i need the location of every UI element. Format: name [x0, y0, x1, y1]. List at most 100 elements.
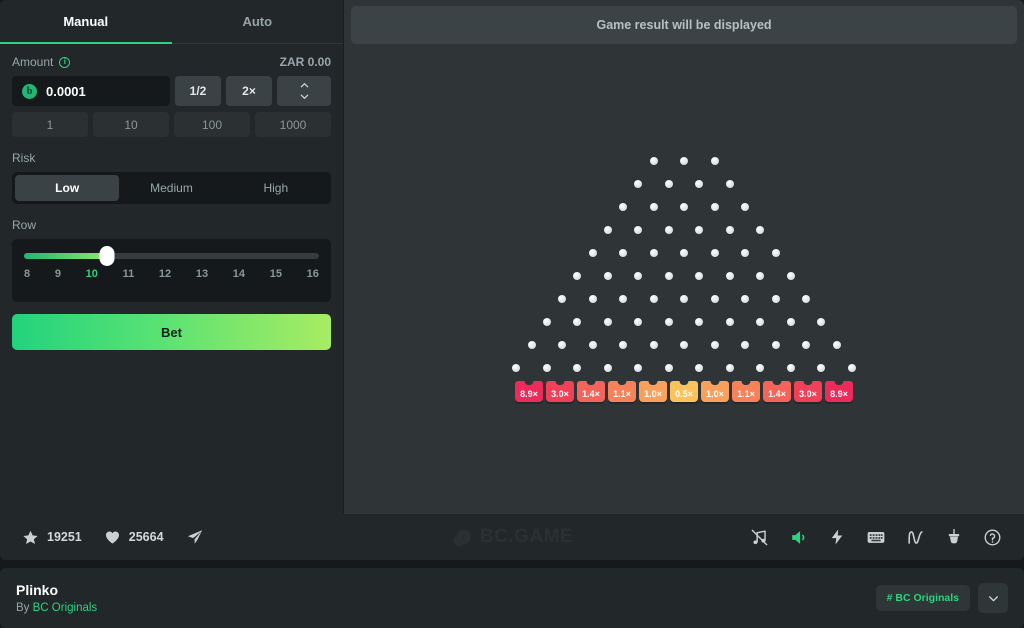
- multiplier-bucket-3[interactable]: 1.1×: [608, 380, 636, 402]
- peg: [680, 202, 688, 211]
- risk-option-low[interactable]: Low: [15, 175, 120, 201]
- peg: [558, 294, 566, 303]
- favorite-stat[interactable]: 19251: [22, 529, 82, 546]
- peg: [558, 340, 566, 349]
- half-amount-button[interactable]: 1/2: [175, 76, 221, 106]
- row-tick-16[interactable]: 16: [307, 268, 319, 280]
- tab-auto[interactable]: Auto: [172, 0, 344, 43]
- amount-input-wrap[interactable]: b 0.0001: [12, 76, 170, 106]
- peg: [695, 271, 704, 280]
- multiplier-bucket-5[interactable]: 0.5×: [670, 380, 698, 402]
- keyboard-icon[interactable]: [866, 527, 886, 547]
- amount-stepper[interactable]: [277, 76, 331, 106]
- like-stat[interactable]: 25664: [104, 529, 164, 546]
- row-slider-track[interactable]: [24, 246, 319, 266]
- peg: [756, 317, 765, 326]
- peg: [634, 317, 643, 326]
- expand-details-button[interactable]: [978, 583, 1008, 613]
- peg: [786, 363, 795, 372]
- peg: [710, 156, 719, 165]
- peg: [771, 294, 780, 303]
- peg: [756, 363, 765, 372]
- peg: [603, 363, 612, 372]
- peg-row-2: [634, 179, 734, 188]
- peg: [695, 363, 704, 372]
- share-send-icon[interactable]: [186, 528, 204, 546]
- quick-amount-1000[interactable]: 1000: [255, 112, 331, 137]
- bc-game-watermark: BC.GAME: [451, 526, 573, 548]
- help-icon[interactable]: [983, 528, 1002, 547]
- peg: [619, 340, 627, 349]
- multiplier-bucket-label: 1.4×: [582, 388, 600, 399]
- row-tick-11[interactable]: 11: [123, 268, 135, 280]
- footer-actions: # BC Originals: [875, 583, 1008, 613]
- multiplier-bucket-2[interactable]: 1.4×: [577, 380, 605, 402]
- row-label: Row: [12, 218, 37, 232]
- peg: [542, 317, 551, 326]
- music-off-icon[interactable]: [750, 528, 769, 547]
- trend-line-icon[interactable]: [906, 528, 925, 547]
- peg: [680, 248, 688, 257]
- quick-amount-10[interactable]: 10: [93, 112, 169, 137]
- peg: [786, 317, 795, 326]
- peg: [710, 202, 719, 211]
- bc-game-logo-icon: [453, 528, 472, 547]
- peg: [817, 317, 826, 326]
- row-slider-ticks: 8 9 10 11 12 13 14 15 16: [24, 268, 319, 280]
- multiplier-bucket-7[interactable]: 1.1×: [732, 380, 760, 402]
- peg: [512, 363, 521, 372]
- multiplier-bucket-6[interactable]: 1.0×: [701, 380, 729, 402]
- multiplier-bucket-9[interactable]: 3.0×: [794, 380, 822, 402]
- category-tag-bc-originals[interactable]: # BC Originals: [875, 585, 970, 611]
- peg-row-10: [512, 363, 856, 372]
- tab-auto-label: Auto: [242, 14, 273, 29]
- row-tick-10[interactable]: 10: [86, 268, 98, 280]
- row-tick-13[interactable]: 13: [196, 268, 208, 280]
- peg: [741, 294, 749, 303]
- lightning-icon[interactable]: [828, 528, 846, 546]
- tab-manual[interactable]: Manual: [0, 0, 172, 44]
- peg-row-8: [542, 317, 826, 326]
- row-tick-8[interactable]: 8: [24, 268, 30, 280]
- sound-on-icon[interactable]: [789, 528, 808, 547]
- peg: [634, 225, 643, 234]
- multiplier-bucket-8[interactable]: 1.4×: [763, 380, 791, 402]
- row-slider-knob[interactable]: [99, 246, 115, 266]
- game-toolbar: 19251 25664 BC.GAME: [0, 514, 1024, 560]
- peg: [573, 363, 582, 372]
- amount-input[interactable]: 0.0001: [46, 84, 86, 99]
- fairness-icon[interactable]: [945, 528, 963, 546]
- balance-value: ZAR 0.00: [279, 55, 331, 69]
- peg: [680, 156, 688, 165]
- info-circle-icon[interactable]: i: [59, 56, 71, 68]
- toolbar-left: 19251 25664: [22, 528, 204, 546]
- row-tick-15[interactable]: 15: [270, 268, 282, 280]
- risk-option-medium[interactable]: Medium: [119, 175, 223, 201]
- provider-link[interactable]: BC Originals: [33, 602, 98, 614]
- multiplier-bucket-4[interactable]: 1.0×: [639, 380, 667, 402]
- multiplier-bucket-0[interactable]: 8.9×: [515, 380, 543, 402]
- peg: [619, 248, 627, 257]
- quick-amount-1[interactable]: 1: [12, 112, 88, 137]
- peg-row-9: [527, 340, 841, 349]
- peg: [619, 294, 627, 303]
- multiplier-bucket-1[interactable]: 3.0×: [546, 380, 574, 402]
- row-slider-box: 8 9 10 11 12 13 14 15 16: [12, 239, 331, 302]
- double-amount-button[interactable]: 2×: [226, 76, 272, 106]
- bet-button[interactable]: Bet: [12, 314, 331, 350]
- multiplier-bucket-label: 1.1×: [613, 388, 631, 399]
- peg: [725, 179, 734, 188]
- game-result-text: Game result will be displayed: [596, 18, 772, 32]
- peg: [649, 248, 658, 257]
- multiplier-bucket-10[interactable]: 8.9×: [825, 380, 853, 402]
- risk-selector: Low Medium High: [12, 172, 331, 204]
- row-tick-12[interactable]: 12: [159, 268, 171, 280]
- risk-option-high[interactable]: High: [224, 175, 328, 201]
- row-tick-9[interactable]: 9: [55, 268, 61, 280]
- row-tick-14[interactable]: 14: [233, 268, 245, 280]
- quick-amount-100[interactable]: 100: [174, 112, 250, 137]
- peg: [664, 271, 673, 280]
- peg: [802, 294, 810, 303]
- row-slider-fill: [24, 253, 107, 259]
- plinko-game-page: Manual Auto Amount i ZAR 0.00 b 0.0001 1…: [0, 0, 1024, 628]
